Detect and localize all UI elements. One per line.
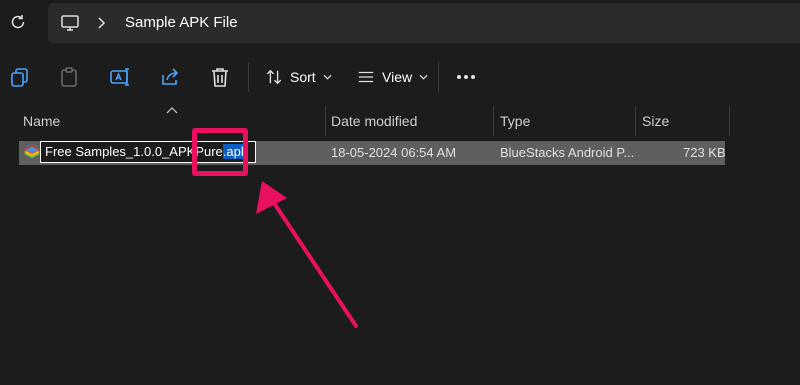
bluestacks-icon xyxy=(23,145,41,161)
paste-icon[interactable] xyxy=(57,65,81,89)
file-date: 18-05-2024 06:54 AM xyxy=(331,145,457,160)
rename-icon[interactable] xyxy=(108,65,132,89)
column-size[interactable]: Size xyxy=(634,106,729,136)
view-button[interactable]: View xyxy=(357,65,428,89)
column-header: Name Date modified Type Size xyxy=(0,106,800,136)
column-date[interactable]: Date modified xyxy=(323,106,493,136)
this-pc-icon[interactable] xyxy=(60,13,80,33)
chevron-down-icon xyxy=(419,74,428,80)
breadcrumb-folder[interactable]: Sample APK File xyxy=(125,14,238,31)
toolbar-divider xyxy=(438,62,439,92)
view-icon xyxy=(357,68,375,86)
copy-icon[interactable] xyxy=(8,65,32,89)
sort-label: Sort xyxy=(290,69,316,85)
file-size: 723 KB xyxy=(683,145,726,160)
refresh-icon[interactable] xyxy=(8,12,28,32)
view-label: View xyxy=(382,69,413,85)
column-name[interactable]: Name xyxy=(15,106,325,136)
breadcrumb[interactable]: Sample APK File xyxy=(48,3,800,43)
chevron-down-icon xyxy=(323,74,332,80)
column-type[interactable]: Type xyxy=(492,106,634,136)
column-divider[interactable] xyxy=(729,106,730,136)
annotation-highlight-box xyxy=(192,128,248,176)
toolbar-divider xyxy=(248,62,249,92)
address-bar: Sample APK File xyxy=(0,0,800,48)
file-type: BlueStacks Android P... xyxy=(500,145,635,160)
sort-button[interactable]: Sort xyxy=(265,65,332,89)
delete-icon[interactable] xyxy=(208,65,232,89)
command-bar: Sort View xyxy=(0,50,800,104)
more-icon[interactable] xyxy=(455,70,477,84)
chevron-right-icon[interactable] xyxy=(96,16,108,30)
share-icon[interactable] xyxy=(158,65,182,89)
sort-icon xyxy=(265,68,283,86)
